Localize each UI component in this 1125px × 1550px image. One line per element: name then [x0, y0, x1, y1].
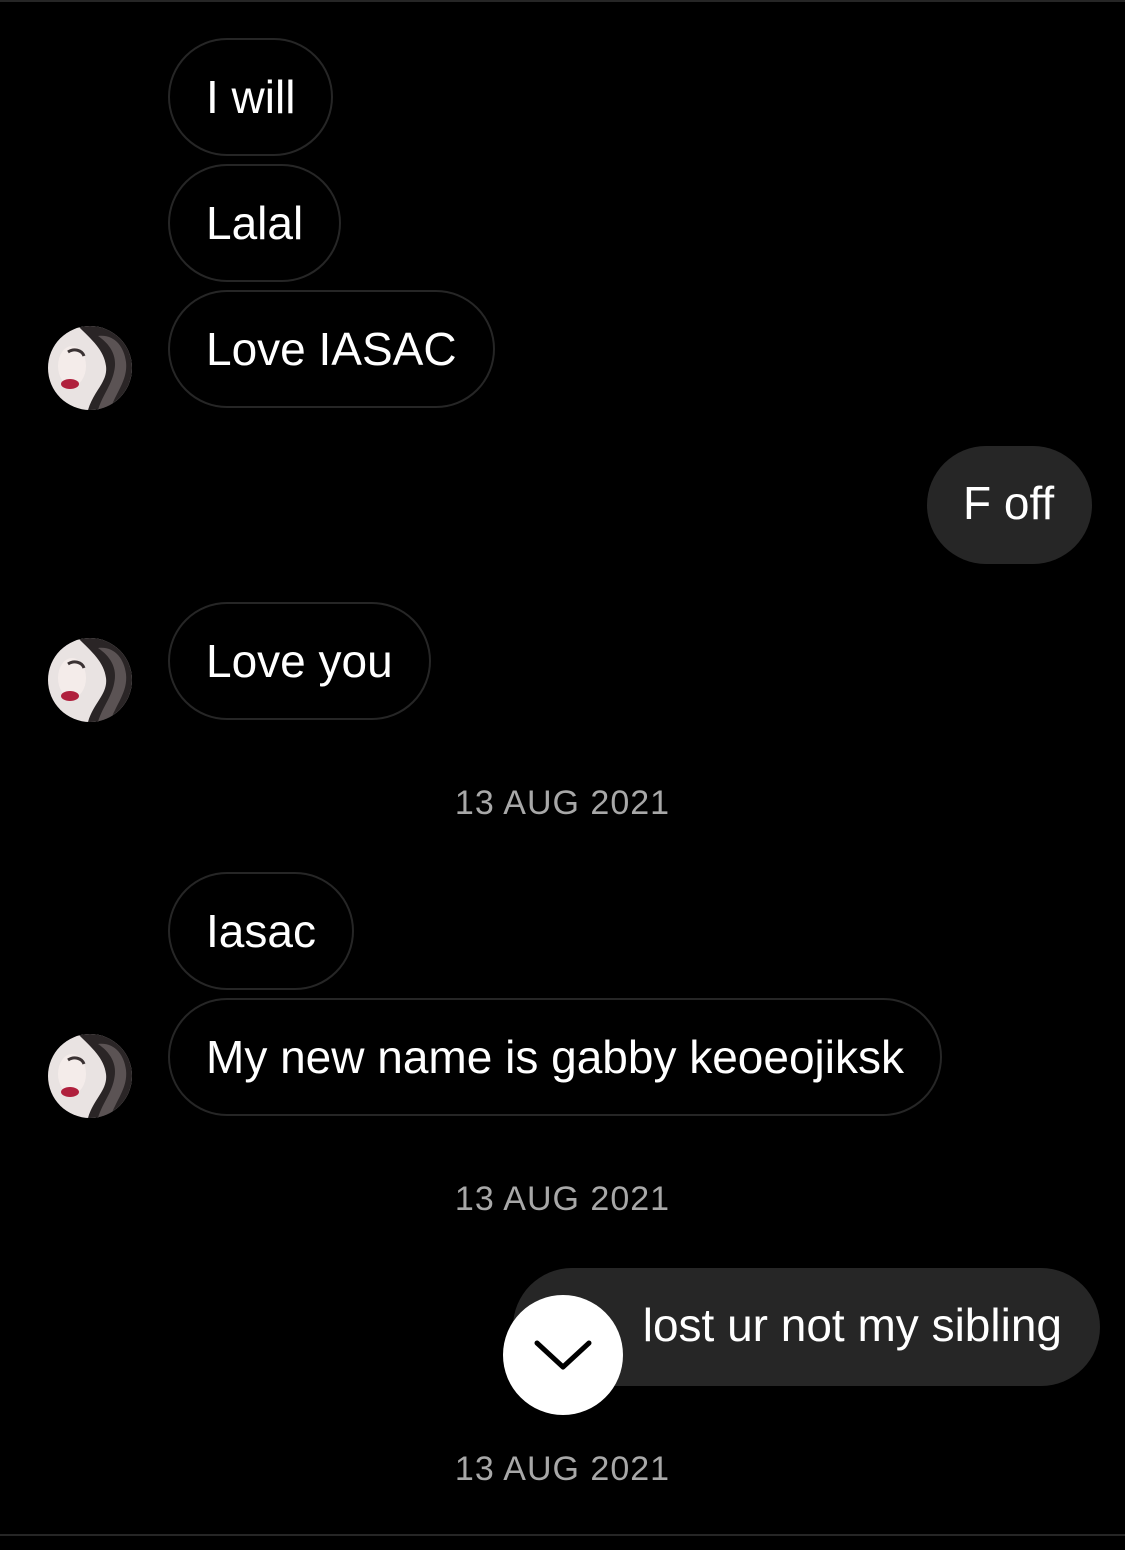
contact-avatar[interactable]	[48, 1034, 132, 1118]
message-bubble-incoming[interactable]: My new name is gabby keoeojiksk	[168, 998, 942, 1116]
contact-avatar[interactable]	[48, 638, 132, 722]
scroll-to-bottom-button[interactable]	[503, 1295, 623, 1415]
profile-photo-icon	[48, 638, 132, 722]
message-text: I will	[206, 71, 296, 123]
message-bubble-outgoing[interactable]: F off	[927, 446, 1093, 564]
profile-photo-icon	[48, 1034, 132, 1118]
message-bubble-incoming[interactable]: Love you	[168, 602, 431, 720]
message-text: Love you	[206, 635, 393, 687]
date-separator: 13 AUG 2021	[454, 1180, 671, 1218]
message-bubble-incoming[interactable]: I will	[168, 38, 334, 156]
date-separator: 13 AUG 2021	[454, 1450, 671, 1488]
message-text: Love IASAC	[206, 323, 457, 375]
message-bubble-incoming[interactable]: Love IASAC	[168, 290, 495, 408]
top-divider	[0, 0, 1125, 2]
message-text: lost ur not my sibling	[642, 1299, 1062, 1351]
profile-photo-icon	[48, 326, 132, 410]
contact-avatar[interactable]	[48, 326, 132, 410]
message-text: My new name is gabby keoeojiksk	[206, 1031, 904, 1083]
message-bubble-incoming[interactable]: Lalal	[168, 164, 342, 282]
message-text: F off	[963, 477, 1055, 529]
message-bubble-incoming[interactable]: Iasac	[168, 872, 354, 990]
bottom-divider	[0, 1534, 1125, 1536]
date-separator: 13 AUG 2021	[454, 784, 671, 822]
chevron-down-icon	[534, 1340, 592, 1370]
message-text: Iasac	[206, 905, 316, 957]
message-text: Lalal	[206, 197, 304, 249]
